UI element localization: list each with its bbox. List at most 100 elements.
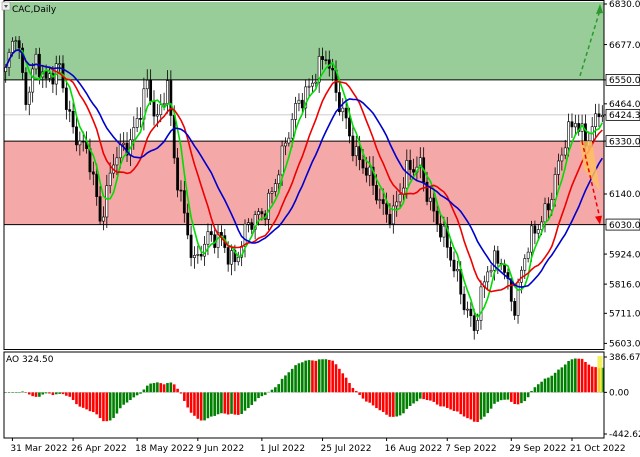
ao-highlight bbox=[597, 356, 603, 393]
ao-bar bbox=[31, 392, 34, 397]
candle-body bbox=[294, 103, 297, 120]
candle-body bbox=[48, 73, 51, 79]
ao-bar bbox=[287, 372, 291, 393]
candle-body bbox=[287, 137, 291, 144]
ao-bar bbox=[358, 392, 361, 395]
candle-body bbox=[273, 183, 277, 192]
candle-body bbox=[226, 247, 230, 265]
candle-body bbox=[324, 59, 328, 61]
ao-bar bbox=[98, 392, 102, 419]
ao-bar bbox=[297, 363, 301, 393]
candle-body bbox=[159, 104, 163, 116]
ao-bar bbox=[526, 392, 530, 398]
ao-bar bbox=[392, 392, 395, 417]
ao-bar bbox=[263, 392, 267, 395]
candle-body bbox=[466, 308, 469, 311]
candle-body bbox=[557, 160, 560, 175]
price-tick-label: 6030.0 bbox=[609, 221, 640, 231]
price-tick-label: 6464.0 bbox=[609, 100, 640, 110]
candle-body bbox=[348, 117, 351, 137]
ao-bar bbox=[51, 392, 55, 396]
time-tick-label: 7 Sep 2022 bbox=[445, 444, 496, 454]
ao-bar bbox=[284, 375, 287, 393]
ao-bar bbox=[456, 392, 459, 412]
candle-body bbox=[162, 102, 166, 106]
candle-body bbox=[297, 99, 301, 104]
ao-bar bbox=[452, 392, 456, 411]
ao-bar bbox=[344, 377, 348, 393]
candle-body bbox=[513, 301, 517, 316]
ao-bar bbox=[253, 392, 257, 402]
ao-bar bbox=[125, 392, 129, 403]
candle-body bbox=[452, 259, 456, 272]
candle-body bbox=[567, 121, 571, 149]
ao-bar bbox=[115, 392, 119, 414]
candle-body bbox=[553, 174, 557, 200]
candle-body bbox=[132, 127, 136, 141]
candle-body bbox=[58, 63, 62, 65]
candle-body bbox=[408, 160, 412, 170]
ao-bar bbox=[476, 392, 479, 422]
candle-body bbox=[600, 115, 604, 118]
ao-bar bbox=[223, 392, 227, 414]
ao-bar bbox=[169, 382, 173, 393]
ao-bar bbox=[395, 392, 398, 417]
candle-body bbox=[290, 119, 294, 139]
ao-bar bbox=[257, 392, 260, 399]
candle-body bbox=[270, 191, 274, 194]
ao-bar bbox=[118, 392, 122, 409]
ao-bar bbox=[75, 392, 78, 405]
candle-body bbox=[155, 114, 159, 117]
candle-body bbox=[44, 71, 48, 79]
ao-bar bbox=[317, 359, 321, 393]
candle-body bbox=[344, 107, 348, 119]
ao-bar bbox=[85, 392, 88, 410]
ao-bar bbox=[348, 383, 351, 393]
ao-bar bbox=[378, 392, 382, 411]
ao-bar bbox=[314, 360, 318, 393]
candle-body bbox=[166, 80, 169, 104]
candle-body bbox=[145, 79, 149, 90]
ao-bar bbox=[449, 392, 452, 410]
ao-bar bbox=[233, 392, 237, 415]
candle-body bbox=[523, 258, 527, 271]
ao-bar bbox=[510, 392, 513, 402]
ao-bar bbox=[503, 392, 506, 400]
ao-bar bbox=[533, 387, 537, 393]
ao-bar bbox=[65, 392, 68, 396]
candle-body bbox=[439, 223, 442, 238]
ao-bar bbox=[462, 392, 466, 417]
ao-bar bbox=[216, 392, 220, 415]
candle-body bbox=[236, 256, 240, 263]
candle-body bbox=[530, 225, 533, 253]
candle-body bbox=[64, 87, 68, 110]
candle-body bbox=[98, 196, 102, 222]
ao-bar bbox=[435, 392, 439, 405]
ao-bar bbox=[311, 360, 314, 393]
ao-bar bbox=[243, 392, 247, 411]
candle-body bbox=[17, 40, 21, 49]
candle-body bbox=[139, 118, 142, 120]
candle-body bbox=[122, 142, 126, 145]
ao-bar bbox=[550, 375, 554, 393]
candle-body bbox=[472, 315, 476, 331]
ao-bar bbox=[418, 392, 422, 399]
ao-bar bbox=[277, 384, 281, 393]
candle-body bbox=[209, 231, 213, 236]
candle-body bbox=[108, 172, 112, 186]
ao-bar bbox=[570, 359, 574, 393]
candle-body bbox=[533, 225, 537, 234]
candle-body bbox=[536, 229, 540, 234]
price-tick-label: 5924.0 bbox=[609, 250, 640, 260]
ao-bar bbox=[304, 360, 307, 393]
candle-body bbox=[412, 169, 415, 173]
time-tick-label: 26 Apr 2022 bbox=[71, 444, 127, 454]
ao-bar bbox=[513, 392, 516, 405]
candle-body bbox=[152, 100, 156, 117]
candle-body bbox=[429, 197, 432, 202]
candle-body bbox=[206, 231, 210, 245]
ao-bar bbox=[196, 392, 200, 419]
candle-body bbox=[193, 255, 196, 258]
ao-bar bbox=[334, 364, 338, 393]
candle-body bbox=[469, 308, 473, 317]
